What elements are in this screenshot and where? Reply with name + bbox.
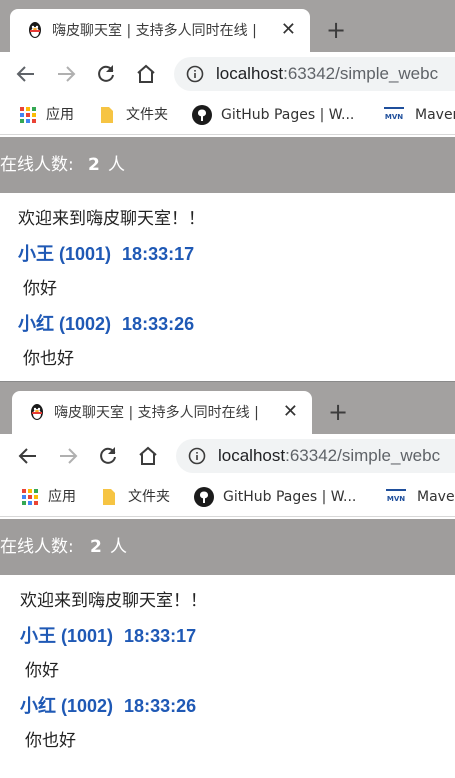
- message-header: 小红 (1002) 18:33:26: [20, 694, 440, 729]
- bookmarks-bar: 应用 文件夹 GitHub Pages | W... MVN Maven: [0, 96, 455, 134]
- forward-arrow-icon[interactable]: [54, 62, 78, 86]
- back-arrow-icon[interactable]: [14, 62, 38, 86]
- maven-icon: MVN: [384, 107, 404, 121]
- bookmark-label: 应用: [48, 489, 76, 505]
- tab-strip: 嗨皮聊天室 | 支持多人同时在线 | ✕ +: [0, 382, 455, 434]
- message-sender: 小王 (1001): [18, 244, 112, 264]
- online-count-bar: 在线人数: 2 人: [0, 519, 455, 575]
- forward-arrow-icon[interactable]: [56, 444, 80, 468]
- bookmark-github-pages[interactable]: GitHub Pages | W...: [192, 104, 372, 126]
- url-host: localhost: [218, 446, 286, 465]
- message-time: 18:33:17: [124, 626, 197, 646]
- maven-icon: MVN: [386, 489, 406, 503]
- url-text: localhost:63342/simple_webc: [216, 64, 438, 84]
- svg-text:MVN: MVN: [385, 113, 403, 121]
- message-header: 小王 (1001) 18:33:17: [18, 242, 438, 277]
- tab-chatroom[interactable]: 嗨皮聊天室 | 支持多人同时在线 | ✕: [12, 391, 312, 434]
- tab-close-icon[interactable]: ✕: [281, 20, 296, 40]
- url-host: localhost: [216, 64, 284, 83]
- message-time: 18:33:26: [124, 696, 197, 716]
- message-list: 欢迎来到嗨皮聊天室！！ 小王 (1001) 18:33:17 你好 小红 (100…: [20, 589, 440, 764]
- address-bar[interactable]: localhost:63342/simple_webc: [174, 57, 455, 91]
- online-unit: 人: [110, 537, 127, 557]
- message-list: 欢迎来到嗨皮聊天室！！ 小王 (1001) 18:33:17 你好 小红 (100…: [18, 207, 438, 381]
- message-text: 你好: [25, 661, 59, 681]
- address-bar[interactable]: localhost:63342/simple_webc: [176, 439, 455, 473]
- tab-chatroom[interactable]: 嗨皮聊天室 | 支持多人同时在线 | ✕: [10, 9, 310, 52]
- online-count: 2: [90, 537, 102, 557]
- bookmark-github-pages[interactable]: GitHub Pages | W...: [194, 486, 374, 508]
- folder-icon: [101, 107, 113, 123]
- message-header: 小王 (1001) 18:33:17: [20, 624, 440, 659]
- message-sender: 小红 (1002): [18, 314, 112, 334]
- folder-icon: [103, 489, 115, 505]
- back-arrow-icon[interactable]: [16, 444, 40, 468]
- bookmark-folder[interactable]: 文件夹: [98, 104, 178, 126]
- qq-penguin-icon: [29, 22, 41, 38]
- url-path: :63342/simple_webc: [285, 446, 441, 465]
- info-icon[interactable]: [188, 447, 206, 465]
- message-time: 18:33:17: [122, 244, 195, 264]
- home-icon[interactable]: [136, 444, 160, 468]
- bookmark-maven[interactable]: MVN Maven: [384, 104, 455, 126]
- bookmark-folder[interactable]: 文件夹: [100, 486, 180, 508]
- message-text: 你也好: [23, 349, 74, 369]
- tab-strip: 嗨皮聊天室 | 支持多人同时在线 | ✕ +: [0, 0, 455, 52]
- message-time: 18:33:26: [122, 314, 195, 334]
- qq-penguin-icon: [31, 404, 43, 420]
- online-count-bar: 在线人数: 2 人: [0, 137, 455, 193]
- chat-page: 在线人数: 2 人 欢迎来到嗨皮聊天室！！ 小王 (1001) 18:33:17 …: [0, 516, 455, 778]
- tab-title: 嗨皮聊天室 | 支持多人同时在线 |: [52, 23, 257, 39]
- info-icon[interactable]: [186, 65, 204, 83]
- bookmark-label: 文件夹: [128, 489, 170, 505]
- github-icon: [194, 487, 214, 507]
- new-tab-button[interactable]: +: [326, 18, 346, 42]
- bookmark-apps[interactable]: 应用: [22, 486, 92, 508]
- message-header: 小红 (1002) 18:33:26: [18, 312, 438, 347]
- bookmark-label: Maven: [417, 489, 455, 505]
- chat-page: 在线人数: 2 人 欢迎来到嗨皮聊天室！！ 小王 (1001) 18:33:17 …: [0, 134, 455, 381]
- svg-text:MVN: MVN: [387, 495, 405, 503]
- online-label: 在线人数:: [0, 155, 74, 175]
- welcome-message: 欢迎来到嗨皮聊天室！！: [18, 209, 205, 229]
- reload-icon[interactable]: [96, 444, 120, 468]
- bookmark-label: Maven: [415, 107, 455, 123]
- message-text: 你也好: [25, 731, 76, 751]
- github-icon: [192, 105, 212, 125]
- browser-toolbar: localhost:63342/simple_webc: [0, 434, 455, 478]
- tab-title: 嗨皮聊天室 | 支持多人同时在线 |: [54, 405, 259, 421]
- online-unit: 人: [108, 155, 125, 175]
- bookmark-label: GitHub Pages | W...: [221, 107, 355, 123]
- browser-toolbar: localhost:63342/simple_webc: [0, 52, 455, 96]
- url-path: :63342/simple_webc: [283, 64, 439, 83]
- bookmarks-bar: 应用 文件夹 GitHub Pages | W... MVN Maven: [0, 478, 455, 516]
- apps-grid-icon: [20, 107, 36, 123]
- browser-window-top: 嗨皮聊天室 | 支持多人同时在线 | ✕ + localhost:63342/s…: [0, 0, 455, 381]
- bookmark-label: GitHub Pages | W...: [223, 489, 357, 505]
- url-text: localhost:63342/simple_webc: [218, 446, 440, 466]
- bookmark-maven[interactable]: MVN Maven: [386, 486, 455, 508]
- message-sender: 小王 (1001): [20, 626, 114, 646]
- bookmark-apps[interactable]: 应用: [20, 104, 90, 126]
- welcome-message: 欢迎来到嗨皮聊天室！！: [20, 591, 207, 611]
- message-text: 你好: [23, 279, 57, 299]
- new-tab-button[interactable]: +: [328, 400, 348, 424]
- tab-close-icon[interactable]: ✕: [283, 402, 298, 422]
- online-label: 在线人数:: [0, 537, 74, 557]
- home-icon[interactable]: [134, 62, 158, 86]
- browser-window-bottom: 嗨皮聊天室 | 支持多人同时在线 | ✕ + localhost:63342/s…: [0, 381, 455, 778]
- reload-icon[interactable]: [94, 62, 118, 86]
- bookmark-label: 文件夹: [126, 107, 168, 123]
- apps-grid-icon: [22, 489, 38, 505]
- online-count: 2: [88, 155, 100, 175]
- message-sender: 小红 (1002): [20, 696, 114, 716]
- bookmark-label: 应用: [46, 107, 74, 123]
